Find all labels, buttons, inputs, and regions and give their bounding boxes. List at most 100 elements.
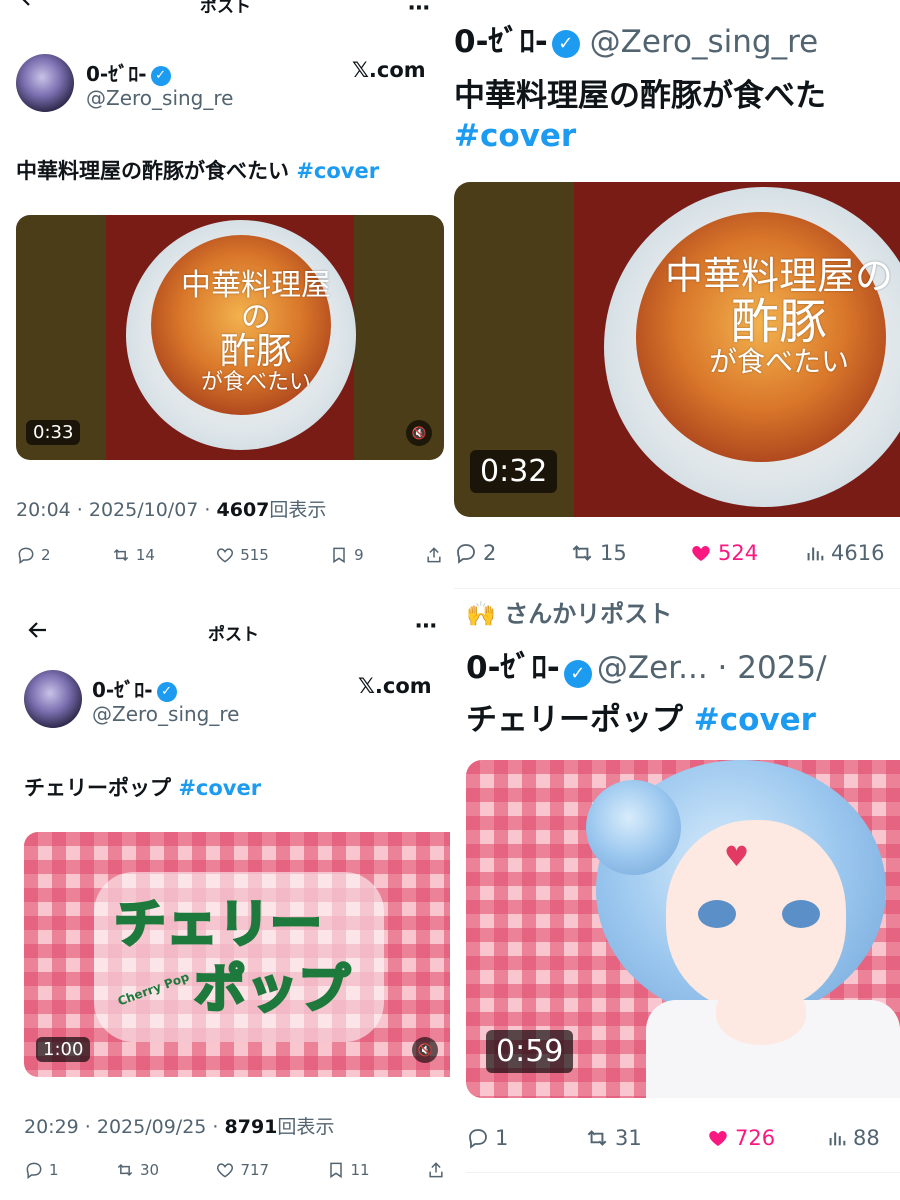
like-count: 524 — [718, 541, 759, 565]
video-frame: 中華料理屋の 酢豚 が食べたい — [574, 182, 900, 517]
share-icon — [429, 1162, 443, 1178]
views-count: 88 — [853, 1126, 880, 1150]
reply-button[interactable]: 1 — [466, 1126, 584, 1150]
avatar[interactable] — [16, 54, 74, 112]
reply-icon — [26, 1162, 42, 1179]
logo-line-2: ポップ — [192, 958, 351, 1022]
share-button[interactable] — [424, 545, 444, 565]
like-button[interactable]: 524 — [689, 541, 804, 565]
overlay-line-2: 酢豚 — [730, 293, 827, 350]
bookmark-count: 9 — [354, 546, 364, 564]
post-panel-1: ポスト ⋯ 0-ｾﾞﾛ- ✓ @Zero_sing_re 𝕏.com 中華料理屋の… — [0, 0, 450, 600]
overlay-line-2: 酢豚 — [219, 331, 292, 372]
repost-button[interactable]: 14 — [111, 545, 155, 565]
hashtag-link[interactable]: #cover — [296, 159, 379, 183]
action-bar: 1 30 717 11 — [24, 1160, 450, 1180]
video-player[interactable]: 中華料理屋の 酢豚 が食べたい 0:32 — [454, 182, 900, 517]
divider — [466, 1172, 900, 1173]
views-icon — [829, 1132, 846, 1146]
reply-count: 2 — [483, 541, 497, 565]
divider — [454, 588, 900, 589]
video-player[interactable]: チェリー ポップ Cherry Pop 1:00 🔇 — [24, 832, 450, 1077]
source-label: 𝕏.com — [352, 58, 426, 82]
reply-button[interactable]: 2 — [454, 541, 569, 565]
verified-icon: ✓ — [150, 65, 171, 86]
overlay-line-3: が食べたい — [200, 369, 311, 395]
like-button[interactable]: 515 — [215, 545, 269, 565]
like-icon — [217, 1163, 234, 1178]
more-icon[interactable]: ⋯ — [415, 614, 437, 639]
reply-count: 1 — [495, 1126, 509, 1150]
repost-button[interactable]: 15 — [569, 540, 689, 566]
repost-count: 14 — [135, 546, 155, 564]
repost-icon — [113, 548, 129, 562]
views-icon — [807, 547, 824, 561]
reply-button[interactable]: 2 — [16, 545, 51, 565]
tweet-body: 中華料理屋の酢豚が食べたい — [16, 159, 297, 183]
like-button[interactable]: 726 — [706, 1126, 826, 1150]
overlay-line-1: 中華料理屋の — [181, 268, 331, 335]
like-icon — [692, 546, 710, 561]
bookmark-button[interactable]: 9 — [329, 545, 364, 565]
author-name[interactable]: 0-ｾﾞﾛ- — [466, 650, 560, 686]
view-count: 8791 — [224, 1116, 278, 1138]
author-name-text: 0-ｾﾞﾛ- — [92, 678, 153, 702]
author-name[interactable]: 0-ｾﾞﾛ- ✓ — [86, 58, 171, 87]
tweet-text: チェリーポップ #cover — [466, 694, 816, 739]
reply-button[interactable]: 1 — [24, 1160, 59, 1180]
video-duration: 0:59 — [486, 1030, 574, 1073]
video-title-overlay: 中華料理屋の 酢豚 が食べたい — [664, 256, 894, 377]
post-panel-2: 0-ｾﾞﾛ- ✓ @Zero_sing_re 中華料理屋の酢豚が食べた #cove… — [450, 0, 900, 590]
video-duration: 1:00 — [36, 1037, 91, 1062]
reply-icon — [18, 547, 34, 564]
repost-count: 31 — [615, 1126, 642, 1150]
bookmark-count: 11 — [350, 1161, 370, 1179]
repost-count: 15 — [600, 541, 627, 565]
video-player[interactable]: 中華料理屋の 酢豚 が食べたい 0:33 🔇 — [16, 215, 444, 460]
verified-icon: ✓ — [563, 659, 592, 688]
character-hands-heart — [716, 985, 806, 1045]
bookmark-icon — [333, 547, 345, 564]
author-handle[interactable]: @Zero_sing_re — [86, 86, 233, 110]
author-handle[interactable]: @Zero_sing_re — [92, 702, 239, 726]
repost-icon — [572, 545, 592, 561]
video-duration: 0:32 — [470, 450, 558, 493]
heart-clip-icon: ♥ — [724, 840, 750, 873]
author-handle[interactable]: @Zero_sing_re — [590, 24, 819, 60]
repost-button[interactable]: 30 — [115, 1160, 159, 1180]
like-icon — [217, 548, 234, 563]
reply-icon — [469, 1129, 487, 1149]
author-name[interactable]: 0-ｾﾞﾛ- ✓ — [92, 674, 177, 703]
hashtag-link[interactable]: #cover — [454, 118, 576, 154]
views-button[interactable]: 4616 — [804, 541, 884, 565]
author-handle-date[interactable]: @Zer... · 2025/ — [597, 650, 827, 686]
mute-icon[interactable]: 🔇 — [412, 1037, 438, 1063]
timestamp: 20:29 · 2025/09/25 · — [24, 1116, 225, 1138]
like-button[interactable]: 717 — [215, 1160, 269, 1180]
bookmark-button[interactable]: 11 — [326, 1160, 370, 1180]
page-title: ポスト — [200, 0, 251, 17]
share-icon — [427, 547, 441, 563]
hashtag-link[interactable]: #cover — [178, 776, 261, 800]
verified-icon: ✓ — [551, 29, 580, 58]
tweet-text: 中華料理屋の酢豚が食べたい #cover — [16, 155, 379, 185]
back-arrow-icon[interactable] — [18, 0, 42, 14]
post-panel-4: 🙌 さんかリポスト 0-ｾﾞﾛ- ✓ @Zer... · 2025/ チェリーポッ… — [450, 590, 900, 1200]
more-icon[interactable]: ⋯ — [408, 0, 430, 21]
tweet-body: チェリーポップ — [466, 702, 694, 738]
action-bar: 1 31 726 88 — [466, 1125, 900, 1151]
back-arrow-icon[interactable] — [26, 618, 50, 646]
mute-icon[interactable]: 🔇 — [406, 420, 432, 446]
hashtag-link[interactable]: #cover — [694, 702, 816, 738]
video-duration: 0:33 — [26, 420, 81, 445]
author-name[interactable]: 0-ｾﾞﾛ- — [454, 24, 548, 60]
clap-icon: 🙌 — [466, 600, 496, 628]
video-player[interactable]: ♥ 0:59 — [466, 760, 900, 1098]
views-button[interactable]: 88 — [826, 1126, 880, 1150]
share-button[interactable] — [426, 1160, 446, 1180]
logo-line-1: チェリー — [112, 893, 323, 957]
reply-count: 2 — [41, 546, 51, 564]
repost-button[interactable]: 31 — [584, 1125, 706, 1151]
avatar[interactable] — [24, 670, 82, 728]
author-line: 0-ｾﾞﾛ- ✓ @Zer... · 2025/ — [466, 642, 827, 688]
